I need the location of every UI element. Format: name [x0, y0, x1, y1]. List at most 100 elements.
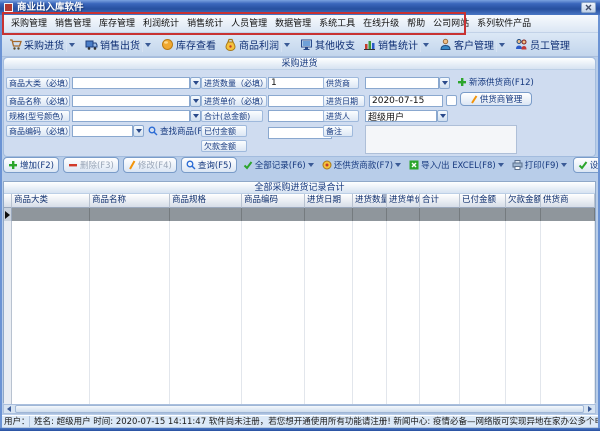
dropdown-arrow-icon[interactable]: [142, 38, 153, 52]
dropdown-arrow-icon[interactable]: [281, 38, 292, 52]
column-header[interactable]: 商品规格: [170, 194, 242, 208]
close-button[interactable]: [581, 2, 596, 13]
dropdown-arrow-icon[interactable]: [66, 38, 77, 52]
customer-icon: [439, 38, 452, 51]
supplier-dropdown-icon[interactable]: [439, 77, 450, 89]
buyer-label: 进货人: [323, 110, 359, 122]
column-header[interactable]: 合计: [420, 194, 460, 208]
date-checkbox[interactable]: [446, 95, 457, 106]
column-header[interactable]: 进货单价: [387, 194, 420, 208]
product-name-dropdown-icon[interactable]: [190, 95, 201, 107]
all-records-button[interactable]: 全部记录(F6): [241, 158, 316, 172]
toolbar-sales-stats-button[interactable]: 销售统计: [360, 35, 434, 54]
column-header[interactable]: 欠款金额: [506, 194, 541, 208]
purchase-in-icon: [9, 38, 22, 51]
menu-item-sales-stats[interactable]: 销售统计: [183, 15, 227, 33]
dropdown-arrow-icon[interactable]: [395, 163, 401, 167]
menu-item-online-upgrade[interactable]: 在线升级: [359, 15, 403, 33]
menu-item-purchase[interactable]: 采购管理: [7, 15, 51, 33]
toolbar-label: 销售出货: [100, 37, 140, 52]
product-code-input[interactable]: [72, 125, 133, 137]
repay-supplier-button[interactable]: 还供货商款(F7): [320, 158, 403, 172]
toolbar: 采购进货 销售出货 库存查看 商品利润 其他收支 销售统计 客户管理: [2, 33, 598, 57]
status-bar: 用户： 姓名: 超级用户 时间: 2020-07-15 14:11:47 软件尚…: [0, 415, 600, 428]
dropdown-arrow-icon[interactable]: [561, 163, 567, 167]
menu-item-system-tools[interactable]: 系统工具: [315, 15, 359, 33]
dropdown-arrow-icon[interactable]: [496, 38, 507, 52]
menu-item-company-site[interactable]: 公司网站: [429, 15, 473, 33]
product-name-label: 商品名称（必填）: [6, 95, 70, 107]
remark-label: 备注: [323, 125, 353, 137]
quantity-label: 进货数量（必填）: [201, 77, 267, 89]
purchase-date-input[interactable]: [369, 95, 443, 107]
add-record-button[interactable]: 增加(F2): [3, 157, 59, 173]
table-body-empty[interactable]: [4, 221, 595, 404]
plus-icon: [8, 160, 18, 170]
product-name-input[interactable]: [72, 95, 190, 107]
menu-item-personnel[interactable]: 人员管理: [227, 15, 271, 33]
menu-item-product-series[interactable]: 系列软件产品: [473, 15, 535, 33]
column-header[interactable]: 进货日期: [305, 194, 353, 208]
scrollbar-thumb[interactable]: [15, 405, 584, 413]
check-icon: [243, 160, 253, 170]
menu-item-data[interactable]: 数据管理: [271, 15, 315, 33]
app-icon: [4, 3, 13, 12]
column-header[interactable]: 供货商: [541, 194, 595, 208]
spec-input[interactable]: [72, 110, 190, 122]
category-dropdown-icon[interactable]: [190, 77, 201, 89]
toolbar-misc-income-button[interactable]: 其他收支: [297, 35, 358, 54]
toolbar-sales-out-button[interactable]: 销售出货: [82, 35, 156, 54]
row-selector-cell: [4, 208, 12, 221]
minus-icon: [68, 160, 78, 170]
supplier-input[interactable]: [365, 77, 439, 89]
menu-item-help[interactable]: 帮助: [403, 15, 429, 33]
edit-icon: [470, 95, 478, 104]
printer-icon: [512, 160, 523, 170]
buyer-dropdown-icon[interactable]: [437, 110, 448, 122]
toolbar-customer-button[interactable]: 客户管理: [436, 35, 510, 54]
query-button[interactable]: 查询(F5): [181, 157, 237, 173]
add-supplier-button[interactable]: 新添供货商(F12): [457, 75, 534, 89]
edit-record-button[interactable]: 修改(F4): [123, 157, 177, 173]
selected-empty-row[interactable]: [4, 208, 595, 221]
column-header[interactable]: 已付金额: [460, 194, 506, 208]
manage-supplier-button[interactable]: 供货商管理: [460, 92, 532, 106]
spec-dropdown-icon[interactable]: [190, 110, 201, 122]
column-header[interactable]: 商品编码: [242, 194, 305, 208]
menu-item-sales[interactable]: 销售管理: [51, 15, 95, 33]
menu-item-profit[interactable]: 利润统计: [139, 15, 183, 33]
unit-price-label: 进货单价（必填）: [201, 95, 267, 107]
toolbar-label: 其他收支: [315, 37, 355, 52]
buyer-input[interactable]: [365, 110, 437, 122]
total-label: 合计(总金额): [201, 110, 263, 122]
dropdown-arrow-icon[interactable]: [498, 163, 504, 167]
delete-record-button[interactable]: 删除(F3): [63, 157, 119, 173]
check-icon: [578, 160, 588, 170]
toolbar-employee-button[interactable]: 员工管理: [512, 35, 573, 54]
horizontal-scrollbar[interactable]: [3, 404, 596, 414]
toolbar-profit-button[interactable]: 商品利润: [221, 35, 295, 54]
column-header[interactable]: 进货数量: [353, 194, 387, 208]
toolbar-label: 销售统计: [378, 37, 418, 52]
scroll-right-icon[interactable]: [585, 405, 595, 413]
excel-import-export-button[interactable]: 导入/出 EXCEL(F8): [407, 158, 506, 172]
dropdown-arrow-icon[interactable]: [308, 163, 314, 167]
menu-bar: 采购管理 销售管理 库存管理 利润统计 销售统计 人员管理 数据管理 系统工具 …: [2, 15, 598, 33]
dropdown-arrow-icon[interactable]: [420, 38, 431, 52]
menu-item-inventory[interactable]: 库存管理: [95, 15, 139, 33]
remark-textarea[interactable]: [365, 125, 517, 154]
scroll-left-icon[interactable]: [4, 405, 14, 413]
column-header[interactable]: 商品名称: [90, 194, 170, 208]
print-button[interactable]: 打印(F9): [510, 158, 569, 172]
product-code-dropdown-icon[interactable]: [133, 125, 144, 137]
toolbar-label: 商品利润: [239, 37, 279, 52]
column-header[interactable]: 商品大类: [12, 194, 90, 208]
sales-out-icon: [85, 38, 98, 51]
toolbar-label: 库存查看: [176, 37, 216, 52]
coin-icon: [322, 160, 332, 170]
toolbar-inventory-button[interactable]: 库存查看: [158, 35, 219, 54]
toolbar-purchase-in-button[interactable]: 采购进货: [6, 35, 80, 54]
category-input[interactable]: [72, 77, 190, 89]
design-report-button[interactable]: 设计报表(F10): [573, 157, 600, 173]
app-window: 商业出入库软件 采购管理 销售管理 库存管理 利润统计 销售统计 人员管理 数据…: [0, 0, 600, 431]
